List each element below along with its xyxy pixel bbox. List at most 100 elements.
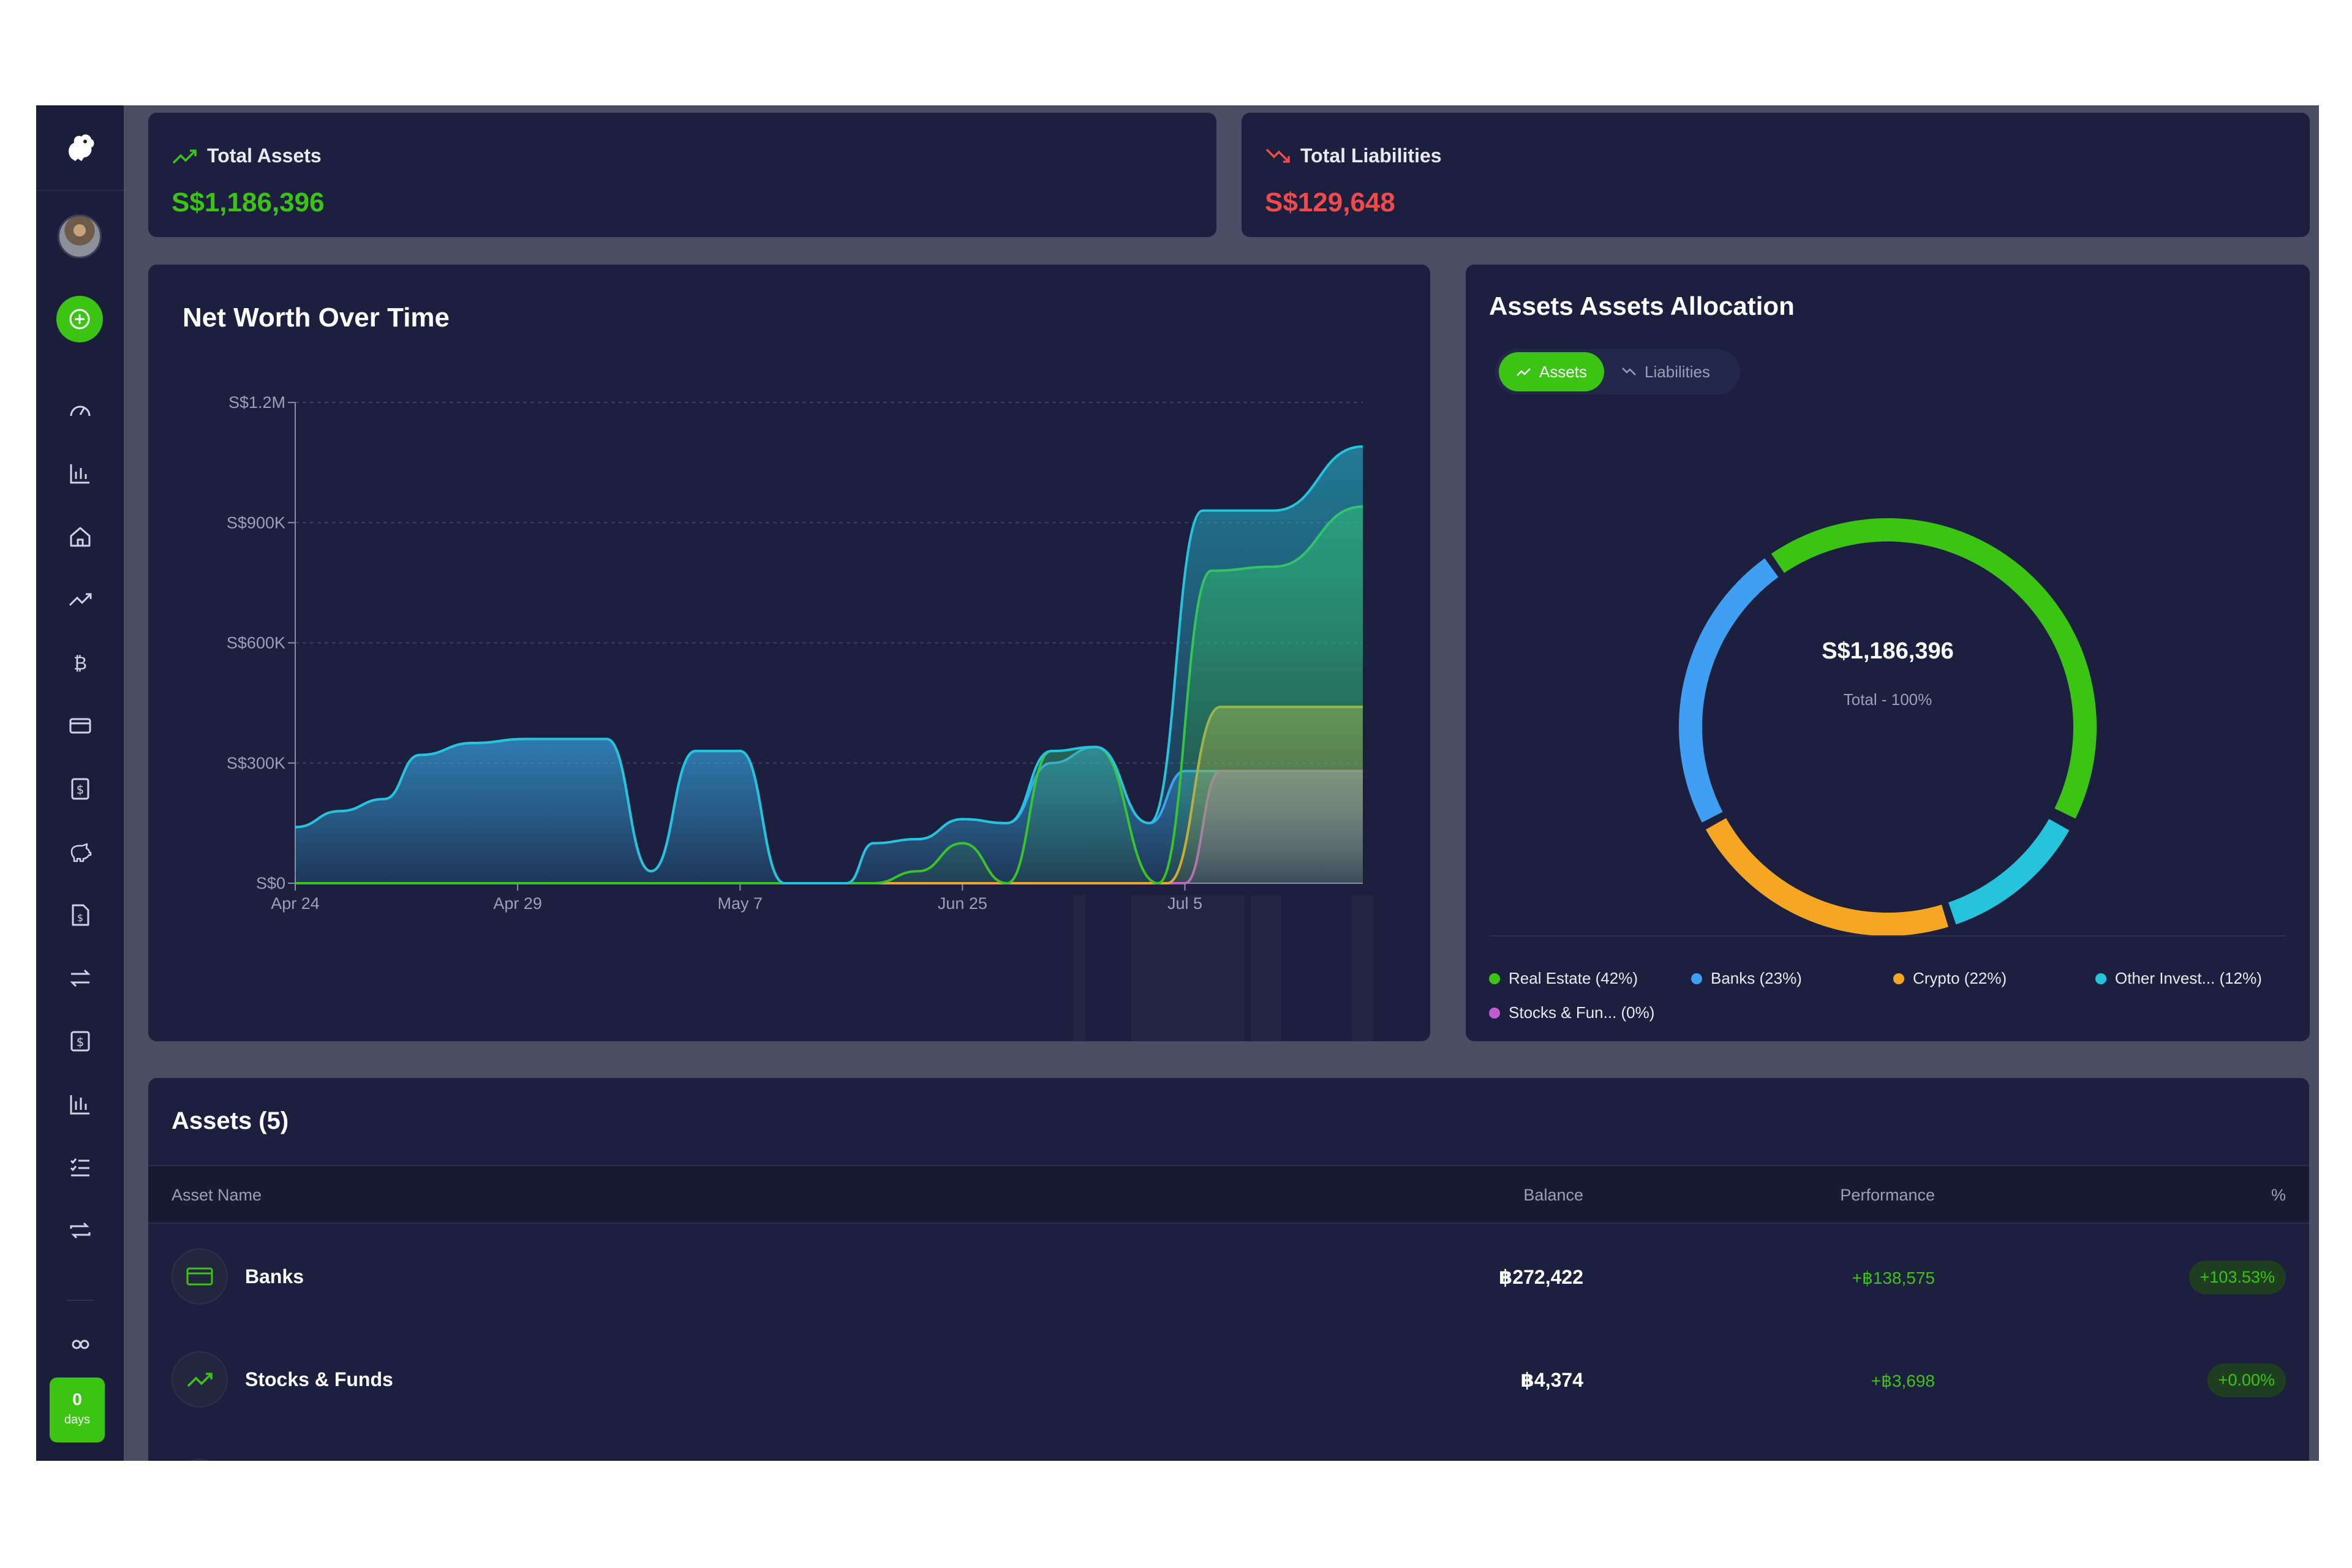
nav-dashboard[interactable] <box>63 393 97 428</box>
tab-assets-label: Assets <box>1539 362 1588 381</box>
assets-table-title: Assets (5) <box>172 1107 289 1134</box>
donut-slice <box>1705 818 1948 936</box>
add-button[interactable] <box>56 296 103 342</box>
user-avatar[interactable] <box>58 214 102 258</box>
credit-card-icon <box>69 718 91 734</box>
bar-chart-icon <box>70 464 89 484</box>
nav-bills[interactable]: $ <box>63 898 97 932</box>
nav-banks[interactable] <box>63 709 97 743</box>
col-asset-name[interactable]: Asset Name <box>172 1186 262 1205</box>
table-header: Asset Name Balance Performance % <box>148 1165 2309 1224</box>
y-tick-label: S$1.2M <box>228 393 285 412</box>
tab-liabilities[interactable]: Liabilities <box>1604 352 1727 391</box>
hover-band <box>1251 895 1281 1041</box>
y-tick-label: S$0 <box>256 874 285 892</box>
y-tick-label: S$900K <box>227 513 285 532</box>
trending-down-icon <box>1622 368 1636 375</box>
legend-divider <box>1489 935 2286 937</box>
nav-investments[interactable] <box>63 582 97 617</box>
table-row[interactable]: Banks ฿272,422 +฿138,575 +103.53% <box>148 1225 2309 1328</box>
series-area <box>295 446 1363 883</box>
legend-label: Other Invest... (12%) <box>2115 969 2262 987</box>
row-balance: ฿4,374 <box>1520 1369 1583 1391</box>
nav-toggle-visibility[interactable] <box>63 1327 97 1362</box>
row-balance: ฿272,422 <box>1499 1266 1583 1288</box>
legend-dot <box>1489 973 1500 984</box>
nav-reports[interactable] <box>63 456 97 491</box>
x-tick-label: May 7 <box>717 894 763 913</box>
home-icon <box>70 527 91 547</box>
hover-band <box>1131 895 1245 1041</box>
dollar-doc-icon: $ <box>71 778 89 800</box>
row-icon <box>172 1248 228 1305</box>
y-tick-label: S$600K <box>227 634 285 652</box>
total-assets-value: S$1,186,396 <box>172 187 325 217</box>
nav-budget[interactable]: $ <box>63 1024 97 1058</box>
legend-item[interactable]: Real Estate (42%) <box>1489 969 1638 988</box>
total-liabilities-title: Total Liabilities <box>1300 145 1442 167</box>
repeat-icon <box>70 1222 91 1239</box>
col-percent[interactable]: % <box>2271 1186 2286 1205</box>
app-logo[interactable] <box>36 105 124 191</box>
legend-dot <box>2095 973 2106 984</box>
tab-assets[interactable]: Assets <box>1499 352 1605 391</box>
legend-dot <box>1893 973 1904 984</box>
net-worth-card: Net Worth Over Time S$0 S$300K S$600K S$900… <box>148 265 1430 1041</box>
total-assets-title-row: Total Assets <box>172 145 322 167</box>
sidebar: ₿ $ $ $ 0 days <box>36 105 124 1461</box>
legend-label: Crypto (22%) <box>1913 969 2007 987</box>
piggy-bank-icon <box>70 843 92 862</box>
nav-analytics[interactable] <box>63 1087 97 1121</box>
y-tick-label: S$300K <box>227 754 285 772</box>
legend-item[interactable]: Crypto (22%) <box>1893 969 2007 988</box>
eye-toggle-icon <box>72 1340 89 1349</box>
plus-circle-icon <box>69 309 90 330</box>
streak-label: days <box>64 1413 91 1427</box>
streak-value: 0 <box>72 1390 82 1409</box>
file-dollar-icon: $ <box>72 904 89 926</box>
row-performance: +฿138,575 <box>1852 1268 1935 1287</box>
nav-real-estate[interactable] <box>63 519 97 554</box>
legend-item[interactable]: Banks (23%) <box>1691 969 1802 988</box>
trending-up-icon <box>187 1373 213 1387</box>
streak-badge[interactable]: 0 days <box>50 1378 105 1442</box>
net-worth-chart: S$0 S$300K S$600K S$900K S$1.2M Apr 24 Apr 29 M… <box>227 393 1363 1041</box>
credit-card-icon <box>186 1267 213 1286</box>
nav-savings[interactable] <box>63 835 97 869</box>
table-row[interactable]: Stocks & Funds ฿4,374 +฿3,698 +0.00% <box>148 1328 2309 1431</box>
total-liabilities-value: S$129,648 <box>1265 187 1395 217</box>
svg-text:₿: ₿ <box>74 653 87 674</box>
total-assets-title: Total Assets <box>207 145 322 167</box>
row-percent-badge: +0.00% <box>2207 1363 2286 1397</box>
nav-recurring[interactable] <box>63 1213 97 1248</box>
total-liabilities-title-row: Total Liabilities <box>1265 145 1442 167</box>
swap-arrows-icon <box>70 969 91 987</box>
dollar-box-icon: $ <box>70 1031 90 1052</box>
bar-chart-2-icon <box>70 1095 89 1115</box>
legend-item[interactable]: Other Invest... (12%) <box>2095 969 2262 988</box>
trending-down-icon <box>1265 148 1290 163</box>
squirrel-logo-icon <box>68 134 94 161</box>
donut-slice <box>1948 818 2070 925</box>
row-performance: +฿3,698 <box>1871 1371 1935 1390</box>
svg-text:$: $ <box>77 1035 85 1049</box>
allocation-card: Assets Assets Allocation Assets Liabilit… <box>1466 265 2310 1041</box>
col-performance[interactable]: Performance <box>1840 1186 1935 1205</box>
col-balance[interactable]: Balance <box>1523 1186 1583 1205</box>
app-window: ₿ $ $ $ 0 days Total Assets S$1,186,396 … <box>36 105 2319 1461</box>
legend-item[interactable]: Stocks & Fun... (0%) <box>1489 1003 1654 1022</box>
legend-label: Stocks & Fun... (0%) <box>1509 1003 1655 1022</box>
nav-transfers[interactable] <box>63 961 97 995</box>
x-tick-label: Jun 25 <box>938 894 987 913</box>
list-check-icon <box>70 1158 89 1177</box>
legend-label: Banks (23%) <box>1711 969 1802 987</box>
x-tick-label: Apr 29 <box>493 894 542 913</box>
allocation-tabs: Assets Liabilities <box>1495 349 1740 394</box>
nav-crypto[interactable]: ₿ <box>63 646 97 680</box>
total-assets-card: Total Assets S$1,186,396 <box>148 113 1216 237</box>
nav-income[interactable]: $ <box>63 772 97 806</box>
row-percent-badge: +103.53% <box>2188 1261 2286 1294</box>
trending-up-icon <box>1517 368 1531 376</box>
donut-slice <box>1771 518 2097 819</box>
nav-goals[interactable] <box>63 1150 97 1185</box>
